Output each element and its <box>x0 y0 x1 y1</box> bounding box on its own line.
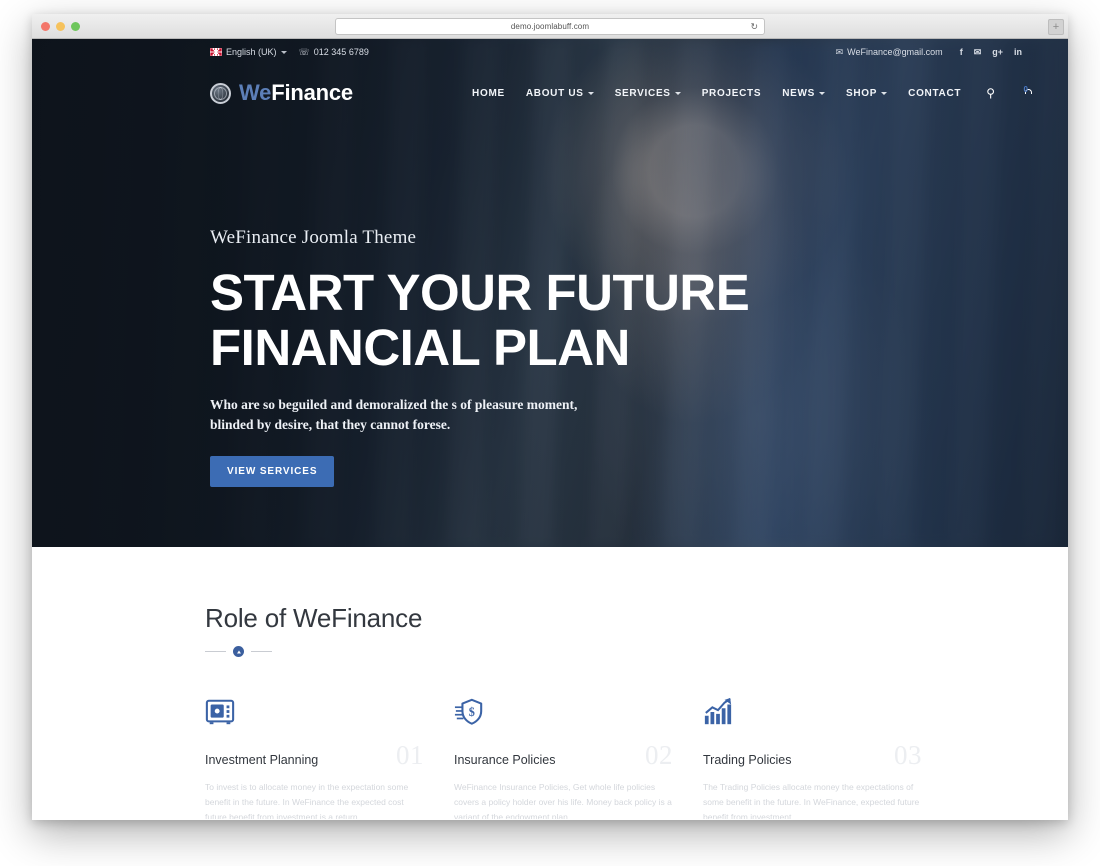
card-number: 02 <box>645 740 673 770</box>
topbar-left-group: English (UK) ☏ 012 345 6789 <box>210 47 369 57</box>
nav-item-services[interactable]: SERVICES <box>615 88 681 99</box>
hero-title: START YOUR FUTURE FINANCIAL PLAN <box>210 265 1068 375</box>
uk-flag-icon <box>210 48 222 56</box>
cart-count-badge: 0 <box>1023 85 1028 94</box>
hero-content: WeFinance Joomla Theme START YOUR FUTURE… <box>32 121 1068 488</box>
nav-label: SERVICES <box>614 87 671 99</box>
svg-text:$: $ <box>469 705 475 719</box>
hero-section: English (UK) ☏ 012 345 6789 ✉ WeFinance@… <box>32 39 1068 547</box>
nav-item-news[interactable]: NEWS <box>782 87 826 99</box>
new-tab-button[interactable]: + <box>1048 19 1064 35</box>
nav-label: ABOUT US <box>525 87 584 99</box>
view-services-button[interactable]: VIEW SERVICES <box>210 456 335 488</box>
chevron-down-icon <box>881 91 888 95</box>
chevron-down-icon <box>674 91 681 95</box>
email-address[interactable]: ✉ WeFinance@gmail.com <box>836 47 943 57</box>
page-viewport: English (UK) ☏ 012 345 6789 ✉ WeFinance@… <box>32 39 1068 819</box>
shield-dollar-icon: $ <box>454 697 673 729</box>
safe-vault-icon <box>205 697 424 729</box>
minimize-window-button[interactable] <box>56 22 65 31</box>
close-window-button[interactable] <box>41 22 50 31</box>
nav-label: NEWS <box>782 87 816 99</box>
facebook-icon[interactable]: f <box>960 47 963 57</box>
twitter-icon[interactable]: ✉ <box>974 47 982 58</box>
card-title: Investment Planning <box>205 753 319 767</box>
logo-text-part-two: Finance <box>271 80 353 105</box>
hero-title-line-1: START YOUR FUTURE <box>210 264 750 321</box>
envelope-icon: ✉ <box>835 46 844 57</box>
role-card[interactable]: Investment Planning 01 To invest is to a… <box>205 697 424 819</box>
nav-item-shop[interactable]: SHOP <box>846 87 888 99</box>
phone-icon: ☏ <box>298 46 310 57</box>
top-utility-bar: English (UK) ☏ 012 345 6789 ✉ WeFinance@… <box>32 39 1068 65</box>
language-selector[interactable]: English (UK) <box>210 47 287 57</box>
divider-dash-left <box>205 651 226 652</box>
section-divider <box>205 646 922 657</box>
linkedin-icon[interactable]: in <box>1014 47 1022 57</box>
phone-label: 012 345 6789 <box>313 47 369 57</box>
logo-text: WeFinance <box>239 82 353 104</box>
card-title: Insurance Policies <box>454 753 556 767</box>
social-links: f ✉ g+ in <box>960 47 1022 58</box>
nav-label: CONTACT <box>908 87 962 99</box>
nav-item-projects[interactable]: PROJECTS <box>702 88 762 99</box>
language-label: English (UK) <box>226 47 277 57</box>
address-bar[interactable]: demo.joomlabuff.com ↻ <box>335 18 765 35</box>
nav-label: HOME <box>472 87 505 99</box>
email-label: WeFinance@gmail.com <box>847 47 943 57</box>
main-navigation-bar: WeFinance HOME ABOUT US SERVICES PROJECT… <box>32 65 1068 121</box>
role-cards-row: Investment Planning 01 To invest is to a… <box>205 697 922 819</box>
nav-item-home[interactable]: HOME <box>472 88 505 99</box>
nav-label: SHOP <box>846 87 878 99</box>
card-body-text: The Trading Policies allocate money the … <box>703 782 920 819</box>
browser-chrome: demo.joomlabuff.com ↻ + <box>32 14 1068 39</box>
card-header: Investment Planning 01 <box>205 742 424 769</box>
site-logo[interactable]: WeFinance <box>210 82 353 104</box>
google-plus-icon[interactable]: g+ <box>992 47 1003 57</box>
search-icon[interactable]: ⚲ <box>986 86 995 100</box>
chevron-down-icon <box>587 91 594 95</box>
browser-window: demo.joomlabuff.com ↻ + English (UK) ☏ 0… <box>32 14 1068 820</box>
nav-label: PROJECTS <box>701 87 762 99</box>
hero-title-line-2: FINANCIAL PLAN <box>210 319 630 377</box>
card-title: Trading Policies <box>703 753 792 767</box>
hero-subtitle: Who are so beguiled and demoralized the … <box>210 397 578 432</box>
card-body-text: To invest is to allocate money in the ex… <box>205 782 409 819</box>
section-heading: Role of WeFinance <box>205 603 423 633</box>
chevron-down-icon <box>819 91 826 95</box>
growth-chart-icon <box>703 697 922 729</box>
role-of-wefinance-section: Role of WeFinance Investment Planning 01… <box>32 547 1068 819</box>
chevron-down-icon <box>280 50 287 54</box>
nav-item-about-us[interactable]: ABOUT US <box>526 88 594 99</box>
logo-text-part-one: We <box>239 80 272 105</box>
card-number: 01 <box>396 740 424 770</box>
nav-menu: HOME ABOUT US SERVICES PROJECTS NEWS SHO… <box>472 85 1032 100</box>
reload-icon[interactable]: ↻ <box>750 22 758 31</box>
role-card[interactable]: $ Insurance Policies 02 WeFinance Insura… <box>454 697 673 819</box>
topbar-right-group: ✉ WeFinance@gmail.com f ✉ g+ in <box>836 47 1022 58</box>
role-card[interactable]: Trading Policies 03 The Trading Policies… <box>703 697 922 819</box>
window-controls[interactable] <box>41 22 80 31</box>
phone-number[interactable]: ☏ 012 345 6789 <box>299 47 369 57</box>
badge-divider-icon <box>233 646 244 657</box>
maximize-window-button[interactable] <box>71 22 80 31</box>
card-number: 03 <box>894 740 922 770</box>
divider-dash-right <box>251 651 272 652</box>
card-header: Insurance Policies 02 <box>454 742 673 769</box>
hero-eyebrow: WeFinance Joomla Theme <box>210 227 417 248</box>
url-text: demo.joomlabuff.com <box>510 22 590 31</box>
nav-item-contact[interactable]: CONTACT <box>908 88 961 99</box>
globe-logo-icon <box>210 82 231 104</box>
card-body-text: WeFinance Insurance Policies, Get whole … <box>454 782 672 819</box>
card-header: Trading Policies 03 <box>703 742 922 769</box>
